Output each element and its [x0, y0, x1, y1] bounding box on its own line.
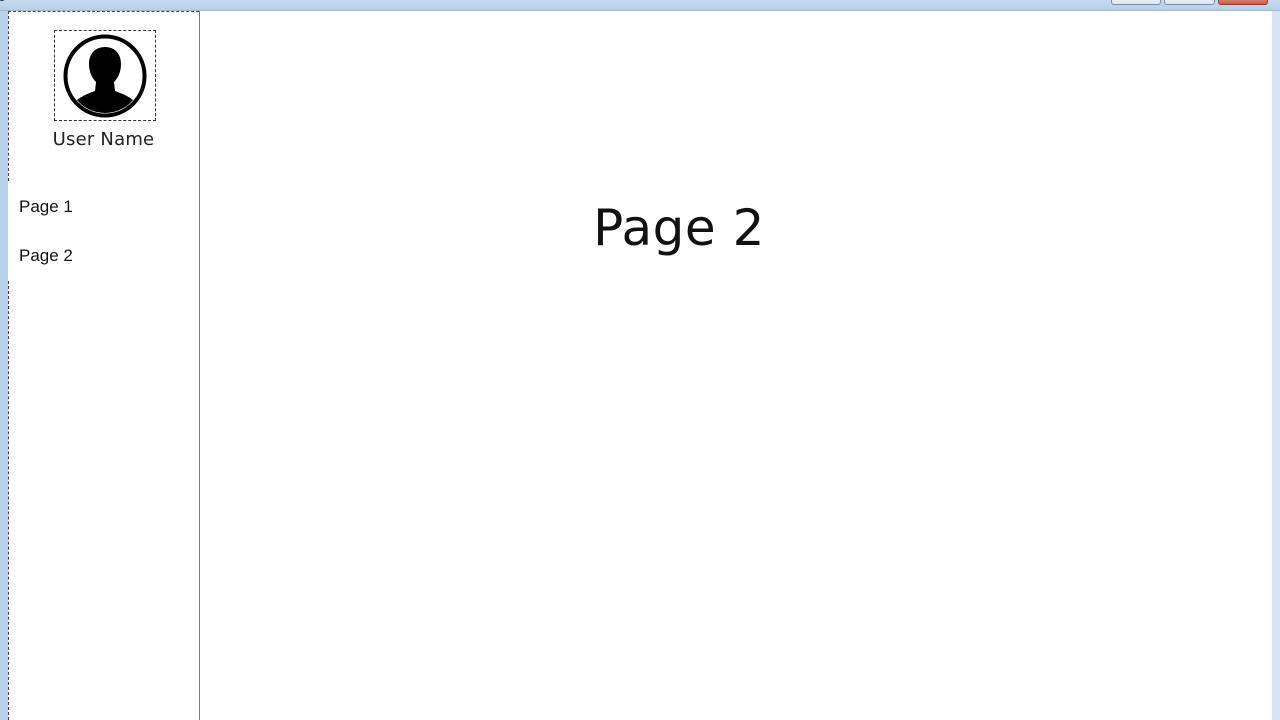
sidebar-item-page-2[interactable]: Page 2	[19, 244, 179, 268]
sidebar-item-page-1[interactable]: Page 1	[19, 195, 179, 219]
avatar[interactable]	[54, 30, 156, 121]
main-content: Page 2	[200, 11, 1272, 720]
sidebar: User Name Page 1 Page 2	[8, 11, 200, 720]
window-right-border	[1272, 11, 1280, 720]
maximize-button[interactable]	[1164, 0, 1215, 5]
sidebar-focus-outline-left	[8, 11, 9, 181]
application-window: ▴	[0, 0, 1280, 720]
close-button[interactable]	[1218, 0, 1268, 5]
minimize-button[interactable]	[1111, 0, 1161, 5]
client-area: User Name Page 1 Page 2 Page 2	[8, 11, 1272, 720]
sidebar-focus-outline-top	[8, 11, 199, 12]
page-title: Page 2	[593, 198, 765, 257]
app-icon: ▴	[0, 0, 12, 3]
user-name-label: User Name	[52, 129, 155, 150]
sidebar-focus-outline-left-lower	[8, 281, 9, 720]
title-bar[interactable]: ▴	[0, 0, 1280, 11]
user-silhouette-icon	[63, 34, 147, 117]
